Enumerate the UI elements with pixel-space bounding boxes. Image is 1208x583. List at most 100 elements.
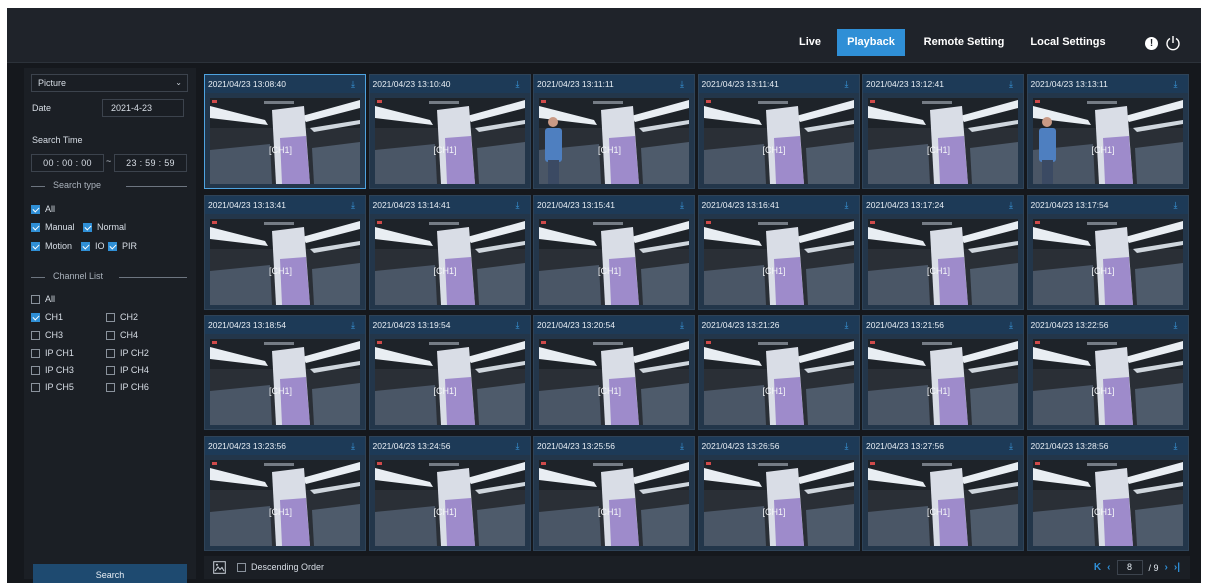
snapshot-thumbnail[interactable]: [CH1]	[374, 459, 525, 546]
snapshot-cell[interactable]: 2021/04/23 13:24:56 ⤓ [CH1]	[368, 435, 531, 551]
download-icon[interactable]: ⤓	[680, 79, 688, 89]
tab-remote-setting[interactable]: Remote Setting	[913, 29, 1015, 56]
channel-ipch1-checkbox[interactable]: IP CH1	[31, 348, 74, 358]
snapshot-thumbnail[interactable]: [CH1]	[868, 218, 1018, 305]
download-icon[interactable]: ⤓	[680, 200, 688, 210]
snapshot-cell[interactable]: 2021/04/23 13:26:56 ⤓ [CH1]	[697, 435, 860, 551]
snapshot-thumbnail[interactable]: [CH1]	[868, 339, 1018, 425]
search-type-io-checkbox[interactable]: IO	[81, 241, 105, 251]
snapshot-thumbnail[interactable]: [CH1]	[703, 98, 854, 184]
snapshot-thumbnail[interactable]: [CH1]	[210, 98, 360, 184]
download-icon[interactable]: ⤓	[351, 200, 359, 210]
snapshot-cell[interactable]: 2021/04/23 13:21:26 ⤓ [CH1]	[697, 315, 860, 430]
tab-local-settings[interactable]: Local Settings	[1019, 29, 1117, 56]
end-time-field[interactable]: 23 : 59 : 59	[114, 154, 187, 172]
download-icon[interactable]: ⤓	[680, 441, 688, 451]
download-icon[interactable]: ⤓	[516, 79, 524, 89]
snapshot-cell[interactable]: 2021/04/23 13:23:56 ⤓ [CH1]	[204, 435, 366, 551]
channel-ch4-checkbox[interactable]: CH4	[106, 330, 138, 340]
snapshot-thumbnail[interactable]: [CH1]	[374, 218, 525, 305]
snapshot-cell[interactable]: 2021/04/23 13:17:54 ⤓ [CH1]	[1026, 194, 1189, 310]
alert-icon[interactable]: !	[1145, 37, 1158, 50]
picture-mode-icon[interactable]	[213, 561, 226, 574]
download-icon[interactable]: ⤓	[680, 320, 688, 330]
date-field[interactable]: 2021-4-23	[102, 99, 184, 117]
snapshot-cell[interactable]: 2021/04/23 13:13:41 ⤓ [CH1]	[204, 194, 366, 310]
snapshot-thumbnail[interactable]: [CH1]	[210, 459, 360, 546]
tab-live[interactable]: Live	[785, 29, 835, 56]
snapshot-cell[interactable]: 2021/04/23 13:15:41 ⤓ [CH1]	[533, 194, 695, 310]
download-icon[interactable]: ⤓	[845, 320, 853, 330]
snapshot-thumbnail[interactable]: [CH1]	[539, 339, 689, 425]
download-icon[interactable]: ⤓	[1174, 200, 1182, 210]
download-icon[interactable]: ⤓	[845, 441, 853, 451]
snapshot-cell[interactable]: 2021/04/23 13:19:54 ⤓ [CH1]	[368, 315, 531, 430]
snapshot-cell[interactable]: 2021/04/23 13:12:41 ⤓ [CH1]	[862, 74, 1024, 189]
snapshot-cell[interactable]: 2021/04/23 13:14:41 ⤓ [CH1]	[368, 194, 531, 310]
download-icon[interactable]: ⤓	[351, 320, 359, 330]
snapshot-cell[interactable]: 2021/04/23 13:22:56 ⤓ [CH1]	[1026, 315, 1189, 430]
channel-ipch2-checkbox[interactable]: IP CH2	[106, 348, 149, 358]
download-icon[interactable]: ⤓	[1009, 200, 1017, 210]
snapshot-thumbnail[interactable]: [CH1]	[210, 218, 360, 305]
snapshot-cell[interactable]: 2021/04/23 13:08:40 ⤓ [CH1]	[204, 74, 366, 189]
next-page-icon[interactable]: ›	[1165, 562, 1168, 573]
page-number-input[interactable]: 8	[1116, 560, 1143, 575]
snapshot-thumbnail[interactable]: [CH1]	[210, 339, 360, 425]
snapshot-thumbnail[interactable]: [CH1]	[1032, 339, 1183, 425]
start-time-field[interactable]: 00 : 00 : 00	[31, 154, 104, 172]
snapshot-cell[interactable]: 2021/04/23 13:20:54 ⤓ [CH1]	[533, 315, 695, 430]
snapshot-cell[interactable]: 2021/04/23 13:25:56 ⤓ [CH1]	[533, 435, 695, 551]
snapshot-thumbnail[interactable]: [CH1]	[868, 459, 1018, 546]
prev-page-icon[interactable]: ‹	[1107, 562, 1110, 573]
snapshot-cell[interactable]: 2021/04/23 13:27:56 ⤓ [CH1]	[862, 435, 1024, 551]
download-icon[interactable]: ⤓	[845, 79, 853, 89]
search-type-pir-checkbox[interactable]: PIR	[108, 241, 137, 251]
snapshot-cell[interactable]: 2021/04/23 13:13:11 ⤓ [CH1]	[1026, 74, 1189, 189]
search-type-manual-checkbox[interactable]: Manual	[31, 222, 75, 232]
snapshot-thumbnail[interactable]: [CH1]	[374, 98, 525, 184]
snapshot-thumbnail[interactable]: [CH1]	[1032, 459, 1183, 546]
snapshot-thumbnail[interactable]: [CH1]	[539, 459, 689, 546]
snapshot-cell[interactable]: 2021/04/23 13:10:40 ⤓ [CH1]	[368, 74, 531, 189]
channel-ipch6-checkbox[interactable]: IP CH6	[106, 382, 149, 392]
download-icon[interactable]: ⤓	[1009, 441, 1017, 451]
channel-all-checkbox[interactable]: All	[31, 294, 55, 304]
download-icon[interactable]: ⤓	[1009, 320, 1017, 330]
snapshot-thumbnail[interactable]: [CH1]	[703, 218, 854, 305]
snapshot-cell[interactable]: 2021/04/23 13:21:56 ⤓ [CH1]	[862, 315, 1024, 430]
first-page-icon[interactable]: K	[1094, 562, 1101, 573]
download-icon[interactable]: ⤓	[516, 320, 524, 330]
snapshot-cell[interactable]: 2021/04/23 13:28:56 ⤓ [CH1]	[1026, 435, 1189, 551]
snapshot-thumbnail[interactable]: [CH1]	[539, 98, 689, 184]
download-icon[interactable]: ⤓	[516, 441, 524, 451]
download-icon[interactable]: ⤓	[1174, 79, 1182, 89]
download-icon[interactable]: ⤓	[845, 200, 853, 210]
download-icon[interactable]: ⤓	[1009, 79, 1017, 89]
snapshot-thumbnail[interactable]: [CH1]	[1032, 98, 1183, 184]
channel-ch2-checkbox[interactable]: CH2	[106, 312, 138, 322]
channel-ipch4-checkbox[interactable]: IP CH4	[106, 365, 149, 375]
download-icon[interactable]: ⤓	[351, 441, 359, 451]
search-type-motion-checkbox[interactable]: Motion	[31, 241, 72, 251]
record-type-select[interactable]: Picture ⌄	[31, 74, 188, 92]
snapshot-thumbnail[interactable]: [CH1]	[703, 339, 854, 425]
power-icon[interactable]	[1165, 35, 1181, 51]
snapshot-cell[interactable]: 2021/04/23 13:16:41 ⤓ [CH1]	[697, 194, 860, 310]
search-type-all-checkbox[interactable]: All	[31, 204, 55, 214]
channel-ch1-checkbox[interactable]: CH1	[31, 312, 63, 322]
channel-ch3-checkbox[interactable]: CH3	[31, 330, 63, 340]
snapshot-cell[interactable]: 2021/04/23 13:11:41 ⤓ [CH1]	[697, 74, 860, 189]
tab-playback[interactable]: Playback	[837, 29, 905, 56]
last-page-icon[interactable]: ›|	[1174, 562, 1180, 573]
channel-ipch5-checkbox[interactable]: IP CH5	[31, 382, 74, 392]
download-icon[interactable]: ⤓	[1174, 441, 1182, 451]
search-type-normal-checkbox[interactable]: Normal	[83, 222, 126, 232]
snapshot-cell[interactable]: 2021/04/23 13:18:54 ⤓ [CH1]	[204, 315, 366, 430]
download-icon[interactable]: ⤓	[351, 79, 359, 89]
snapshot-thumbnail[interactable]: [CH1]	[703, 459, 854, 546]
descending-order-checkbox[interactable]: Descending Order	[237, 562, 324, 572]
search-button[interactable]: Search	[33, 564, 187, 583]
snapshot-cell[interactable]: 2021/04/23 13:11:11 ⤓ [CH1]	[533, 74, 695, 189]
download-icon[interactable]: ⤓	[1174, 320, 1182, 330]
